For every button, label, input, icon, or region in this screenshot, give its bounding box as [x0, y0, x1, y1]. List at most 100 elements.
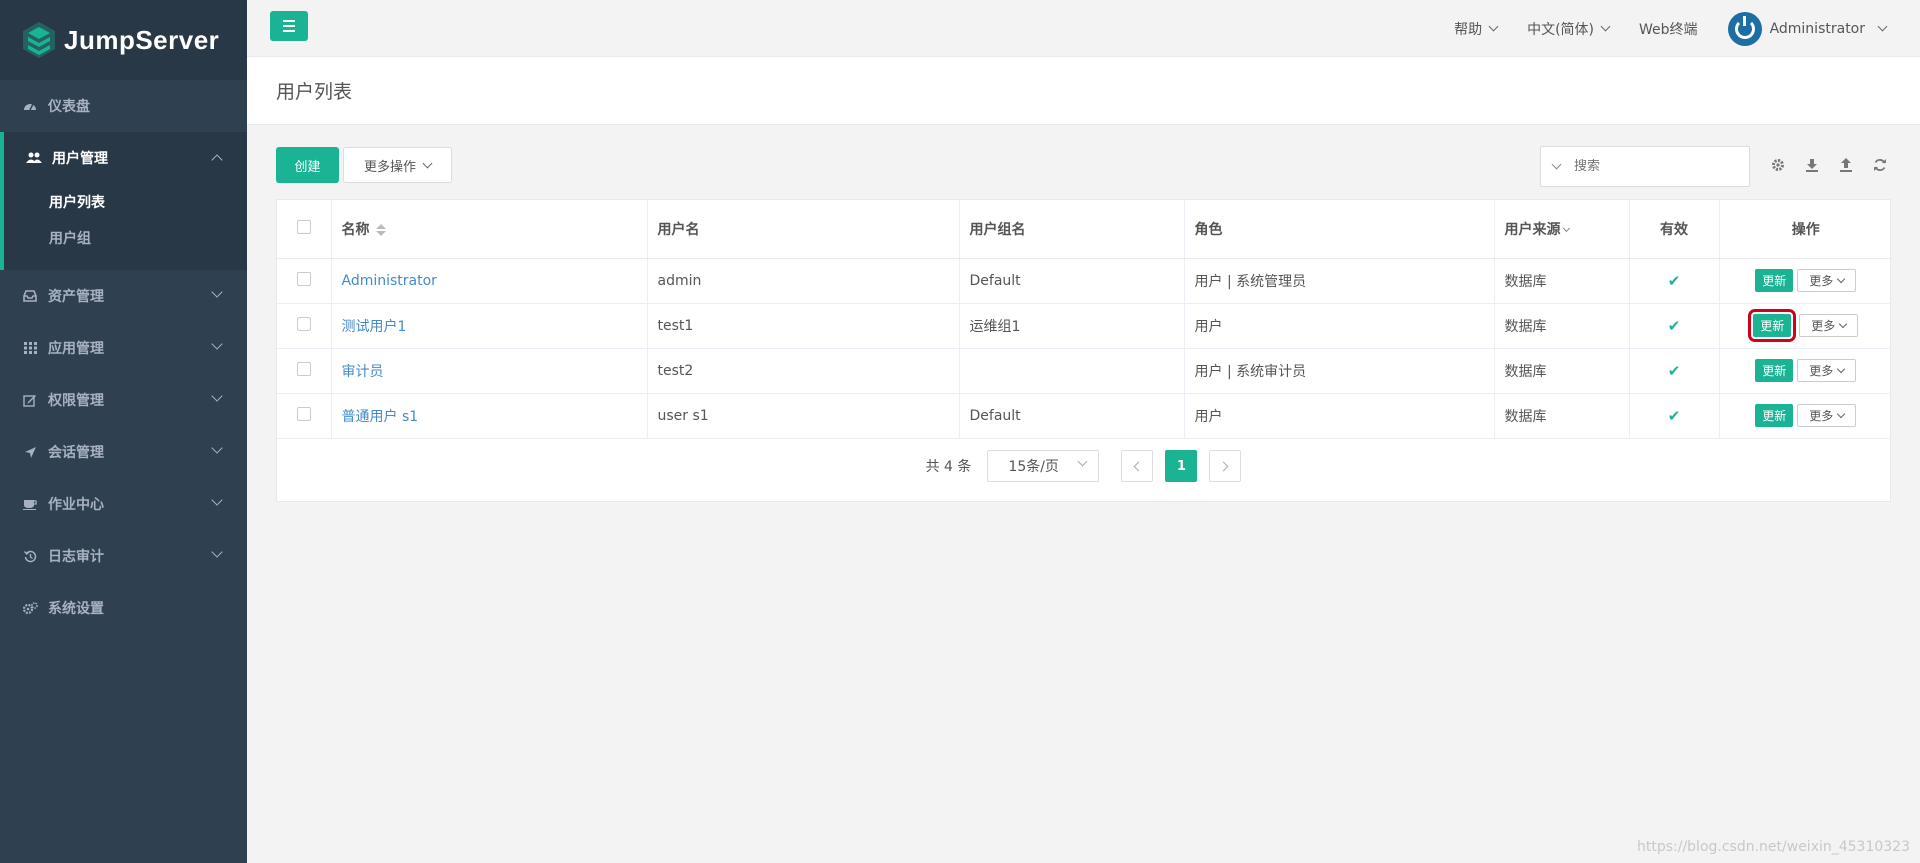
- chevron-down-icon: [211, 546, 223, 558]
- edit-icon: [22, 392, 38, 408]
- sidebar-item-label: 系统设置: [48, 601, 104, 617]
- sidebar-item-label: 用户管理: [52, 151, 108, 167]
- web-terminal-link[interactable]: Web终端: [1639, 19, 1698, 39]
- grid-icon: [22, 340, 38, 356]
- sidebar-item-dashboard[interactable]: 仪表盘: [0, 80, 247, 132]
- chevron-down-icon: [422, 158, 433, 168]
- download-icon[interactable]: [1802, 155, 1822, 175]
- row-checkbox[interactable]: [296, 406, 311, 421]
- row-checkbox[interactable]: [296, 361, 311, 376]
- chevron-down-icon: [1837, 409, 1846, 418]
- table-row: 普通用户 s1 user s1 Default 用户 数据库 ✔ 更新 更多: [277, 393, 1892, 439]
- avatar: [1727, 11, 1762, 46]
- column-header-actions: 操作: [1719, 200, 1892, 259]
- group-cell: 运维组1: [959, 303, 1185, 349]
- chevron-down-icon: [211, 390, 223, 402]
- page-size-select[interactable]: 15条/页: [987, 450, 1100, 482]
- select-all-checkbox[interactable]: [296, 219, 311, 234]
- chevron-down-icon[interactable]: [1551, 159, 1562, 170]
- pagination: 共 4 条 15条/页 1: [277, 450, 1890, 482]
- search-box[interactable]: [1540, 146, 1750, 187]
- sidebar-group-users: 用户管理 用户列表 用户组: [0, 132, 247, 270]
- chevron-down-icon: [1877, 21, 1888, 32]
- sidebar-item-permissions[interactable]: 权限管理: [0, 374, 247, 426]
- search-input[interactable]: [1574, 159, 1714, 174]
- user-name-link[interactable]: 普通用户 s1: [342, 409, 419, 425]
- user-name-link[interactable]: Administrator: [342, 273, 437, 289]
- sidebar-item-users[interactable]: 用户管理: [4, 132, 247, 184]
- more-actions-button[interactable]: 更多操作: [343, 147, 452, 183]
- sidebar-item-sessions[interactable]: 会话管理: [0, 426, 247, 478]
- group-cell: [959, 348, 1185, 394]
- column-header-valid: 有效: [1629, 200, 1720, 259]
- language-dropdown[interactable]: 中文(简体): [1527, 19, 1611, 39]
- page-header: 用户列表: [247, 57, 1920, 125]
- source-cell: 数据库: [1494, 303, 1630, 349]
- sidebar-subitem-user-list[interactable]: 用户列表: [4, 184, 247, 220]
- chevron-down-icon: [211, 286, 223, 298]
- gear-icon[interactable]: [1768, 155, 1788, 175]
- username-cell: test2: [647, 348, 960, 394]
- create-button[interactable]: 创建: [276, 147, 339, 183]
- update-button-highlighted[interactable]: 更新: [1748, 309, 1797, 342]
- sidebar-item-system-settings[interactable]: 系统设置: [0, 582, 247, 634]
- select-all-cell: [277, 200, 332, 259]
- column-header-source[interactable]: 用户来源: [1494, 200, 1630, 259]
- sidebar-item-audit-logs[interactable]: 日志审计: [0, 530, 247, 582]
- update-button[interactable]: 更新: [1755, 269, 1794, 292]
- dashboard-icon: [22, 98, 38, 114]
- pagination-total: 共 4 条: [925, 459, 972, 475]
- username-cell: user s1: [647, 393, 960, 439]
- role-cell: 用户 | 系统管理员: [1184, 258, 1495, 304]
- more-button[interactable]: 更多: [1797, 359, 1857, 382]
- chevron-down-icon: [211, 442, 223, 454]
- users-icon: [26, 150, 42, 166]
- sidebar-subitem-user-group[interactable]: 用户组: [4, 220, 247, 256]
- sidebar-item-label: 资产管理: [48, 289, 104, 305]
- more-button[interactable]: 更多: [1799, 314, 1859, 337]
- check-icon: ✔: [1667, 271, 1681, 290]
- more-button[interactable]: 更多: [1797, 404, 1857, 427]
- row-checkbox[interactable]: [296, 316, 311, 331]
- prev-page-button[interactable]: [1121, 450, 1154, 482]
- sidebar-item-assets[interactable]: 资产管理: [0, 270, 247, 322]
- brand-name: JumpServer: [64, 24, 220, 55]
- table-header-row: 名称 用户名 用户组名 角色 用户来源 有效 操作: [277, 200, 1892, 259]
- cogs-icon: [22, 600, 38, 616]
- inbox-icon: [22, 288, 38, 304]
- more-button[interactable]: 更多: [1797, 269, 1857, 292]
- upload-icon[interactable]: [1836, 155, 1856, 175]
- page-number-current[interactable]: 1: [1165, 450, 1198, 482]
- menu-toggle-button[interactable]: [270, 11, 308, 41]
- chevron-up-icon: [211, 154, 223, 166]
- username-cell: test1: [647, 303, 960, 349]
- column-header-name[interactable]: 名称: [331, 200, 648, 259]
- sidebar-item-label: 仪表盘: [48, 99, 90, 115]
- column-header-group: 用户组名: [959, 200, 1185, 259]
- sidebar-item-label: 作业中心: [48, 497, 104, 513]
- user-dropdown[interactable]: Administrator: [1727, 11, 1888, 46]
- group-cell: Default: [959, 258, 1185, 304]
- row-checkbox[interactable]: [296, 271, 311, 286]
- source-cell: 数据库: [1494, 348, 1630, 394]
- page-title: 用户列表: [276, 81, 353, 103]
- table-row: 测试用户1 test1 运维组1 用户 数据库 ✔ 更新 更多: [277, 303, 1892, 349]
- user-name-link[interactable]: 审计员: [342, 364, 384, 380]
- brand[interactable]: JumpServer: [0, 0, 247, 80]
- refresh-icon[interactable]: [1870, 155, 1890, 175]
- user-name-link[interactable]: 测试用户1: [342, 319, 407, 335]
- chevron-down-icon: [211, 338, 223, 350]
- next-page-button[interactable]: [1209, 450, 1242, 482]
- user-table-card: 名称 用户名 用户组名 角色 用户来源 有效 操作 Administrator …: [276, 199, 1892, 502]
- help-dropdown[interactable]: 帮助: [1454, 19, 1499, 39]
- update-button[interactable]: 更新: [1755, 404, 1794, 427]
- sidebar-item-jobs[interactable]: 作业中心: [0, 478, 247, 530]
- chevron-down-icon[interactable]: [1562, 224, 1570, 232]
- update-button[interactable]: 更新: [1755, 359, 1794, 382]
- sort-icon[interactable]: [375, 223, 386, 236]
- history-icon: [22, 548, 38, 564]
- source-cell: 数据库: [1494, 393, 1630, 439]
- check-icon: ✔: [1667, 406, 1681, 425]
- chevron-down-icon: [1600, 21, 1611, 32]
- sidebar-item-applications[interactable]: 应用管理: [0, 322, 247, 374]
